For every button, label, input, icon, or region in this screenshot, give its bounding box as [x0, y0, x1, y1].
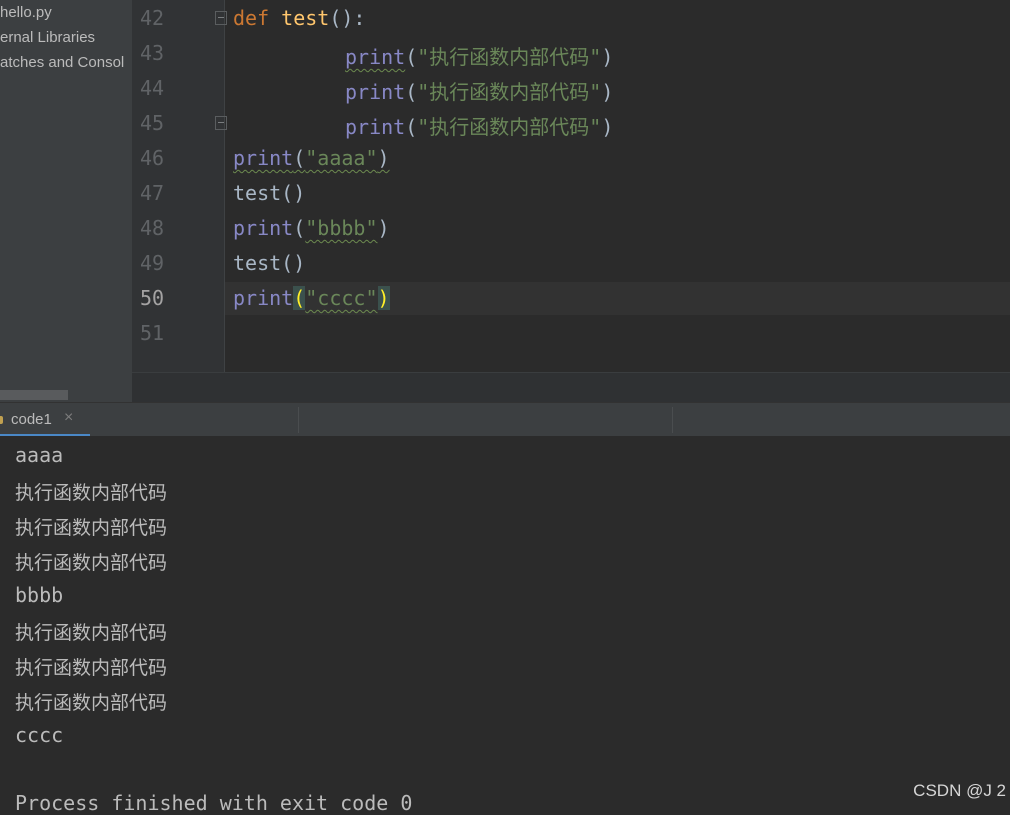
console-line: 执行函数内部代码: [15, 482, 168, 504]
divider: [298, 407, 299, 433]
paren-close: ): [601, 45, 614, 69]
tree-item-hello-py[interactable]: hello.py: [0, 4, 52, 21]
paren-close: ): [377, 146, 390, 170]
string-literal: "执行函数内部代码": [417, 45, 602, 69]
tab-code1[interactable]: code1 ×: [0, 403, 90, 437]
keyword-def: def: [233, 6, 282, 30]
string-literal: "执行函数内部代码": [417, 115, 602, 139]
console-line: bbbb: [15, 583, 64, 607]
line-number-current: 50: [140, 286, 165, 310]
run-config-icon: [0, 416, 3, 424]
project-tool-window: hello.py ernal Libraries atches and Cons…: [0, 0, 133, 402]
tab-label: code1: [11, 411, 52, 428]
fold-open-icon[interactable]: [215, 11, 227, 25]
paren-open: (: [405, 45, 418, 69]
builtin-print: print: [345, 115, 406, 139]
code-line[interactable]: def test():: [233, 6, 365, 30]
function-name: test: [281, 6, 330, 30]
console-line: 执行函数内部代码: [15, 622, 168, 644]
paren-close: ): [377, 216, 390, 240]
code-line[interactable]: test(): [233, 251, 305, 275]
builtin-print: print: [233, 146, 294, 170]
line-number: 46: [140, 146, 165, 170]
builtin-print: print: [345, 80, 406, 104]
punctuation: ():: [329, 6, 366, 30]
run-console[interactable]: aaaa 执行函数内部代码 执行函数内部代码 执行函数内部代码 bbbb 执行函…: [0, 436, 1010, 815]
string-literal: "aaaa": [305, 146, 378, 170]
line-number: 47: [140, 181, 165, 205]
paren-close: ): [601, 115, 614, 139]
console-line: 执行函数内部代码: [15, 517, 168, 539]
builtin-print: print: [233, 286, 294, 310]
code-line[interactable]: print("执行函数内部代码"): [345, 111, 613, 140]
sidebar-scrollbar[interactable]: [0, 390, 68, 400]
paren-open: (: [405, 80, 418, 104]
builtin-print: print: [345, 45, 406, 69]
code-line[interactable]: print("执行函数内部代码"): [345, 76, 613, 105]
console-line: 执行函数内部代码: [15, 692, 168, 714]
line-number: 48: [140, 216, 165, 240]
tree-item-scratches-and-consoles[interactable]: atches and Consol: [0, 54, 124, 71]
line-number: 49: [140, 251, 165, 275]
code-line[interactable]: print("aaaa"): [233, 146, 390, 170]
line-number: 45: [140, 111, 165, 135]
code-line[interactable]: print("执行函数内部代码"): [345, 41, 613, 70]
paren-open: (: [293, 146, 306, 170]
code-line[interactable]: print("bbbb"): [233, 216, 390, 240]
line-number: 42: [140, 6, 165, 30]
paren-close: ): [601, 80, 614, 104]
console-exit-message: Process finished with exit code 0: [15, 791, 413, 815]
string-literal: "执行函数内部代码": [417, 80, 602, 104]
editor-bottom-bar: [132, 372, 1010, 403]
paren-close-highlighted: ): [377, 286, 390, 310]
paren-open-highlighted: (: [293, 286, 306, 310]
code-line[interactable]: test(): [233, 181, 305, 205]
tree-item-external-libraries[interactable]: ernal Libraries: [0, 29, 95, 46]
divider: [672, 407, 673, 433]
string-literal: "cccc": [305, 286, 378, 310]
paren-open: (: [405, 115, 418, 139]
console-line: 执行函数内部代码: [15, 657, 168, 679]
line-number: 51: [140, 321, 165, 345]
code-line-current[interactable]: print("cccc"): [233, 286, 390, 310]
line-number: 43: [140, 41, 165, 65]
watermark: CSDN @J 2: [913, 781, 1006, 800]
gutter-divider: [224, 0, 225, 372]
builtin-print: print: [233, 216, 294, 240]
paren-open: (: [293, 216, 306, 240]
string-literal: "bbbb": [305, 216, 378, 240]
console-line: cccc: [15, 723, 64, 747]
console-line: aaaa: [15, 443, 64, 467]
console-line: 执行函数内部代码: [15, 552, 168, 574]
run-tab-bar: code1 ×: [0, 402, 1010, 437]
line-number: 44: [140, 76, 165, 100]
close-icon[interactable]: ×: [64, 409, 73, 427]
fold-close-icon[interactable]: [215, 116, 227, 130]
